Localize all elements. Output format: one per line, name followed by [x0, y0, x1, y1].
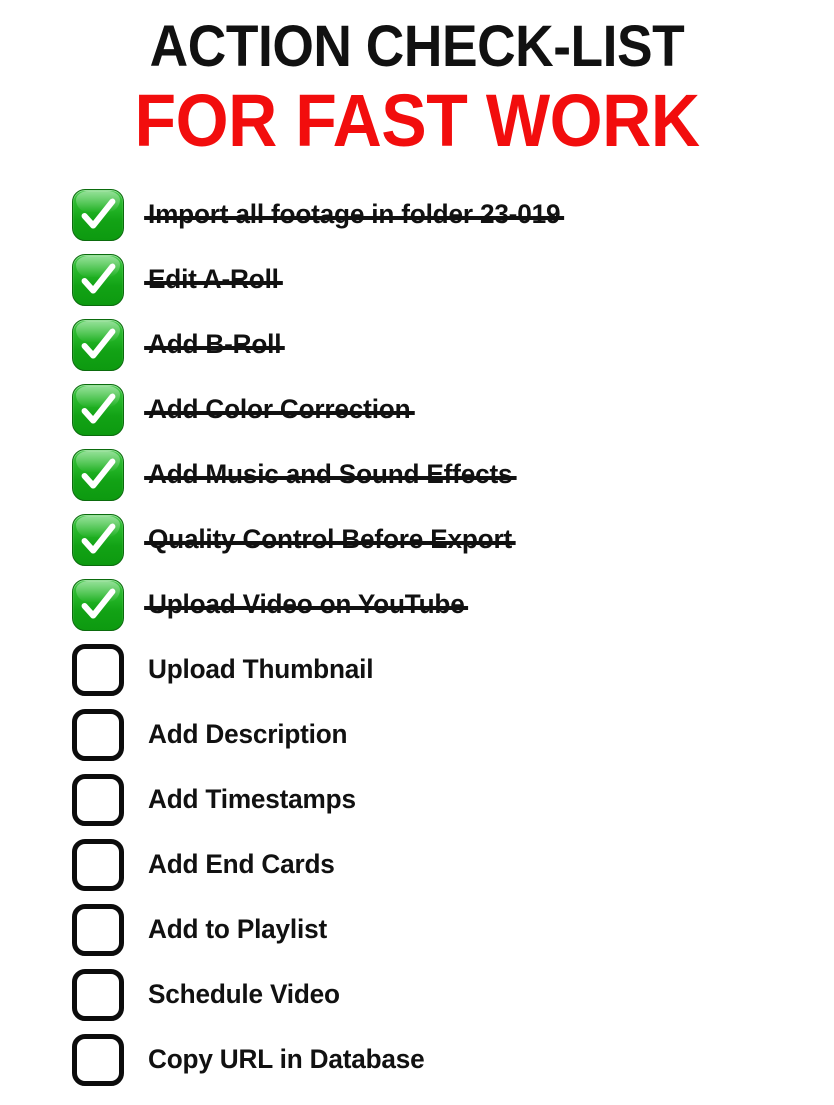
checklist: Import all footage in folder 23-019 Edit … — [0, 182, 834, 1092]
checklist-row[interactable]: Add B-Roll — [0, 312, 834, 377]
checklist-row[interactable]: Add to Playlist — [0, 897, 834, 962]
checked-checkbox-icon[interactable] — [72, 448, 124, 501]
empty-checkbox-icon[interactable] — [72, 838, 124, 891]
checklist-row[interactable]: Edit A-Roll — [0, 247, 834, 312]
checklist-row[interactable]: Import all footage in folder 23-019 — [0, 182, 834, 247]
empty-checkbox-icon[interactable] — [72, 643, 124, 696]
checklist-row[interactable]: Add Music and Sound Effects — [0, 442, 834, 507]
checked-checkbox-icon[interactable] — [72, 578, 124, 631]
checklist-row[interactable]: Upload Video on YouTube — [0, 572, 834, 637]
checklist-item-label: Schedule Video — [148, 979, 340, 1009]
empty-checkbox-icon[interactable] — [72, 1033, 124, 1086]
empty-checkbox-icon[interactable] — [72, 773, 124, 826]
checklist-row[interactable]: Add Timestamps — [0, 767, 834, 832]
checklist-poster: ACTION CHECK-LIST FOR FAST WORK Import a… — [0, 0, 834, 1105]
checklist-item-label: Add Description — [148, 719, 348, 749]
checked-checkbox-icon[interactable] — [72, 513, 124, 566]
checklist-row[interactable]: Upload Thumbnail — [0, 637, 834, 702]
checklist-item-label: Quality Control Before Export — [144, 524, 517, 554]
checklist-item-label: Edit A-Roll — [144, 264, 283, 294]
checklist-row[interactable]: Add Color Correction — [0, 377, 834, 442]
checklist-item-label: Upload Thumbnail — [148, 654, 374, 684]
empty-checkbox-icon[interactable] — [72, 708, 124, 761]
checklist-item-label: Add End Cards — [148, 849, 335, 879]
checklist-row[interactable]: Copy URL in Database — [0, 1027, 834, 1092]
checklist-row[interactable]: Add End Cards — [0, 832, 834, 897]
checklist-row[interactable]: Schedule Video — [0, 962, 834, 1027]
checklist-item-label: Copy URL in Database — [148, 1044, 425, 1074]
empty-checkbox-icon[interactable] — [72, 903, 124, 956]
checklist-item-label: Add B-Roll — [144, 329, 286, 359]
page-title-secondary: FOR FAST WORK — [134, 79, 700, 162]
page-title-primary: ACTION CHECK-LIST — [149, 14, 685, 79]
checked-checkbox-icon[interactable] — [72, 383, 124, 436]
checklist-row[interactable]: Quality Control Before Export — [0, 507, 834, 572]
poster-header: ACTION CHECK-LIST FOR FAST WORK — [0, 0, 834, 158]
checklist-item-label: Import all footage in folder 23-019 — [144, 199, 565, 229]
checklist-item-label: Add Color Correction — [144, 394, 414, 424]
checked-checkbox-icon[interactable] — [72, 188, 124, 241]
checklist-item-label: Add to Playlist — [148, 914, 327, 944]
checklist-row[interactable]: Add Description — [0, 702, 834, 767]
checked-checkbox-icon[interactable] — [72, 318, 124, 371]
checklist-item-label: Add Timestamps — [148, 784, 356, 814]
empty-checkbox-icon[interactable] — [72, 968, 124, 1021]
checklist-item-label: Upload Video on YouTube — [144, 589, 469, 619]
checked-checkbox-icon[interactable] — [72, 253, 124, 306]
checklist-item-label: Add Music and Sound Effects — [144, 459, 516, 489]
